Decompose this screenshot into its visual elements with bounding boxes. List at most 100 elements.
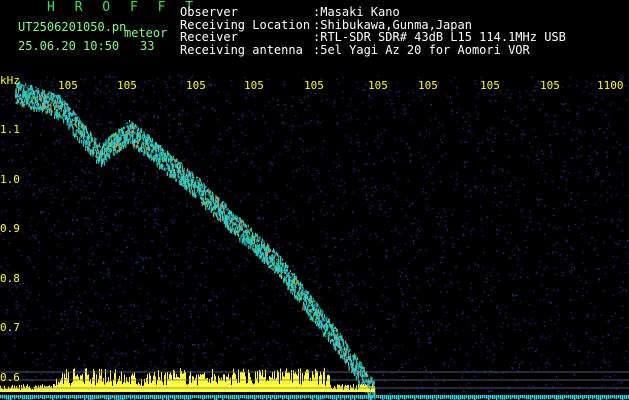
noise-dot [399, 90, 401, 92]
signal-dot [112, 143, 114, 146]
noise-dot [570, 342, 572, 345]
noise-dot [69, 301, 71, 304]
noise-dot [405, 275, 407, 278]
noise-dot [489, 272, 491, 274]
noise-dot [557, 328, 559, 331]
noise-dot [541, 335, 543, 337]
signal-dot [81, 139, 83, 144]
noise-dot [129, 227, 131, 229]
noise-dot [460, 140, 462, 142]
signal-dot [258, 240, 260, 243]
noise-dot [192, 344, 194, 346]
noise-dot [63, 153, 65, 156]
noise-dot [130, 303, 132, 305]
signal-dot [178, 161, 180, 165]
signal-dot [243, 240, 245, 246]
noise-dot [298, 167, 300, 170]
noise-dot [55, 174, 57, 176]
signal-dot [145, 136, 147, 138]
noise-dot [134, 198, 137, 200]
signal-dot [148, 135, 150, 138]
noise-dot [31, 168, 33, 170]
signal-dot [75, 131, 77, 137]
noise-dot [26, 115, 28, 117]
signal-dot [202, 184, 204, 189]
noise-dot [405, 363, 407, 365]
noise-dot [283, 122, 286, 125]
noise-dot [570, 269, 573, 271]
noise-dot [217, 150, 219, 152]
noise-dot [535, 154, 538, 157]
noise-dot [478, 142, 480, 145]
noise-dot [437, 147, 439, 149]
noise-dot [384, 129, 386, 132]
noise-dot [619, 240, 621, 242]
noise-dot [53, 89, 55, 91]
noise-dot [402, 103, 404, 106]
signal-dot [316, 310, 318, 315]
noise-dot [543, 268, 545, 270]
noise-dot [115, 215, 117, 217]
noise-dot [145, 129, 147, 131]
noise-dot [292, 156, 294, 158]
signal-dot [162, 153, 164, 156]
signal-dot [274, 255, 276, 257]
noise-dot [301, 333, 304, 335]
noise-dot [312, 219, 314, 221]
noise-dot [179, 90, 181, 92]
noise-dot [43, 119, 45, 121]
noise-dot [21, 231, 24, 233]
noise-dot [280, 218, 282, 220]
signal-dot [271, 265, 273, 267]
noise-dot [549, 134, 551, 136]
signal-dot [133, 135, 135, 137]
noise-dot [144, 343, 146, 346]
noise-dot [570, 311, 572, 314]
noise-dot [267, 201, 269, 203]
noise-dot [302, 151, 305, 153]
noise-dot [49, 360, 51, 362]
noise-dot [58, 140, 60, 143]
noise-dot [154, 131, 156, 134]
noise-dot [124, 312, 126, 314]
signal-dot [77, 116, 79, 118]
noise-dot [108, 269, 110, 271]
signal-dot [70, 115, 72, 117]
noise-dot [179, 115, 181, 117]
noise-dot [193, 96, 196, 98]
signal-dot [190, 175, 192, 179]
noise-dot [257, 341, 259, 344]
noise-dot [21, 255, 23, 257]
signal-dot [55, 99, 57, 102]
noise-dot [386, 331, 388, 333]
noise-dot [124, 175, 126, 178]
noise-dot [486, 277, 488, 280]
noise-dot [61, 263, 63, 265]
noise-dot [466, 223, 468, 225]
noise-dot [53, 325, 55, 327]
noise-dot [38, 294, 40, 296]
noise-dot [411, 202, 414, 205]
noise-dot [88, 263, 90, 265]
noise-dot [260, 199, 262, 201]
noise-dot [612, 255, 614, 257]
noise-dot [386, 92, 388, 94]
signal-dot [249, 228, 251, 231]
noise-dot [445, 325, 447, 328]
noise-dot [133, 100, 135, 102]
signal-dot [160, 148, 162, 152]
noise-dot [364, 163, 366, 166]
noise-dot [233, 269, 235, 271]
noise-dot [529, 210, 531, 212]
noise-dot [530, 362, 532, 365]
noise-dot [578, 350, 580, 352]
noise-dot [543, 321, 545, 323]
noise-dot [588, 362, 590, 364]
signal-dot [34, 106, 36, 110]
noise-dot [480, 316, 482, 318]
noise-dot [422, 166, 424, 168]
noise-dot [68, 92, 70, 94]
noise-dot [313, 256, 315, 258]
noise-dot [92, 344, 94, 347]
signal-dot [35, 89, 37, 92]
